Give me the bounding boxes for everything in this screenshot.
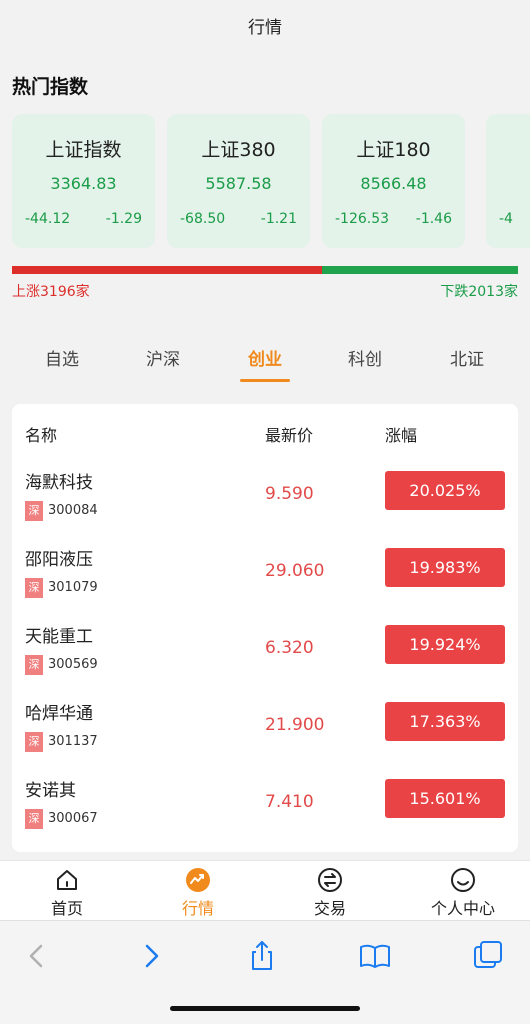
stock-code: 300067 [48,811,98,826]
top-bar: 行情 [0,0,530,50]
index-card-partial[interactable]: -4 [486,114,530,248]
page-title: 行情 [248,17,282,38]
market-badge: 深 [25,578,43,598]
market-trend-icon [186,868,210,892]
nav-label: 行情 [181,899,214,918]
nav-label: 首页 [50,899,83,918]
column-header-change[interactable]: 涨幅 [385,422,417,446]
nav-market[interactable]: 行情 [148,867,248,919]
stock-price: 9.590 [265,484,314,504]
index-name: 上证180 [356,139,431,161]
stock-table: 名称 最新价 涨幅 海默科技 深 300084 9.590 20.025% 邵阳… [12,404,518,852]
index-value: 8566.48 [360,174,427,193]
forward-chevron-icon[interactable] [134,939,168,973]
nav-label: 交易 [313,899,346,918]
index-value: 3364.83 [50,174,117,193]
index-change: -68.50 [180,211,226,227]
stock-price: 21.900 [265,715,325,735]
index-cards-carousel[interactable]: 上证指数 3364.83 -44.12 -1.29 上证380 5587.58 … [12,114,530,250]
table-row[interactable]: 邵阳液压 深 301079 29.060 19.983% [12,545,518,622]
tab-beijing[interactable]: 北证 [427,345,507,370]
stock-name: 安诺其 [25,781,76,801]
market-badge: 深 [25,655,43,675]
share-icon[interactable] [245,939,279,973]
index-name: 上证380 [201,139,276,161]
tab-star-market[interactable]: 科创 [325,345,405,370]
stock-name: 哈焊华通 [25,704,93,724]
column-header-name[interactable]: 名称 [25,422,57,446]
tab-chinext[interactable]: 创业 [225,345,305,370]
bottom-navigation: 首页 行情 交易 个人中心 [0,860,530,920]
table-row[interactable]: 哈焊华通 深 301137 21.900 17.363% [12,699,518,776]
nav-label: 个人中心 [430,899,495,918]
market-tabs: 自选 沪深 创业 科创 北证 [0,345,530,385]
index-change-pct: -1.29 [105,211,142,227]
active-tab-indicator [240,379,290,382]
stock-code: 300084 [48,503,98,518]
market-breadth-bar [12,266,518,274]
smiley-profile-icon [451,868,475,892]
home-icon [57,870,77,890]
stock-name: 邵阳液压 [25,550,93,570]
index-change: -126.53 [335,211,390,227]
hot-indices-title: 热门指数 [12,76,89,98]
change-badge[interactable]: 19.924% [385,625,505,664]
change-badge[interactable]: 20.025% [385,471,505,510]
nav-home[interactable]: 首页 [17,867,117,919]
index-change: -4 [499,211,513,227]
index-card-sse-composite[interactable]: 上证指数 3364.83 -44.12 -1.29 [12,114,155,248]
stock-code: 300569 [48,657,98,672]
column-header-price[interactable]: 最新价 [265,422,313,446]
index-card-sse-180[interactable]: 上证180 8566.48 -126.53 -1.46 [322,114,465,248]
tabs-icon[interactable] [471,939,505,973]
index-change-pct: -1.46 [415,211,452,227]
advancing-count-label: 上涨3196家 [12,284,90,300]
index-card-sse-380[interactable]: 上证380 5587.58 -68.50 -1.21 [167,114,310,248]
table-row[interactable]: 安诺其 深 300067 7.410 15.601% [12,776,518,853]
index-name: 上证指数 [45,139,122,161]
home-indicator [170,1006,360,1011]
market-badge: 深 [25,809,43,829]
change-badge[interactable]: 15.601% [385,779,505,818]
change-badge[interactable]: 19.983% [385,548,505,587]
exchange-icon [318,868,342,892]
declining-segment [322,266,518,274]
index-change-pct: -1.21 [260,211,297,227]
bookmarks-book-icon[interactable] [358,939,392,973]
tab-shanghai-shenzhen[interactable]: 沪深 [123,345,203,370]
index-change: -44.12 [25,211,71,227]
nav-trade[interactable]: 交易 [280,867,380,919]
stock-price: 7.410 [265,792,314,812]
advancing-segment [12,266,323,274]
index-value: 5587.58 [205,174,272,193]
market-badge: 深 [25,501,43,521]
declining-count-label: 下跌2013家 [440,284,518,300]
stock-name: 天能重工 [25,627,93,647]
stock-code: 301079 [48,580,98,595]
stock-price: 6.320 [265,638,314,658]
change-badge[interactable]: 17.363% [385,702,505,741]
tab-watchlist[interactable]: 自选 [22,345,102,370]
stock-name: 海默科技 [25,473,93,493]
stock-code: 301137 [48,734,98,749]
table-row[interactable]: 海默科技 深 300084 9.590 20.025% [12,468,518,545]
table-row[interactable]: 天能重工 深 300569 6.320 19.924% [12,622,518,699]
market-badge: 深 [25,732,43,752]
stock-price: 29.060 [265,561,325,581]
back-chevron-icon[interactable] [20,939,54,973]
nav-profile[interactable]: 个人中心 [413,867,513,919]
